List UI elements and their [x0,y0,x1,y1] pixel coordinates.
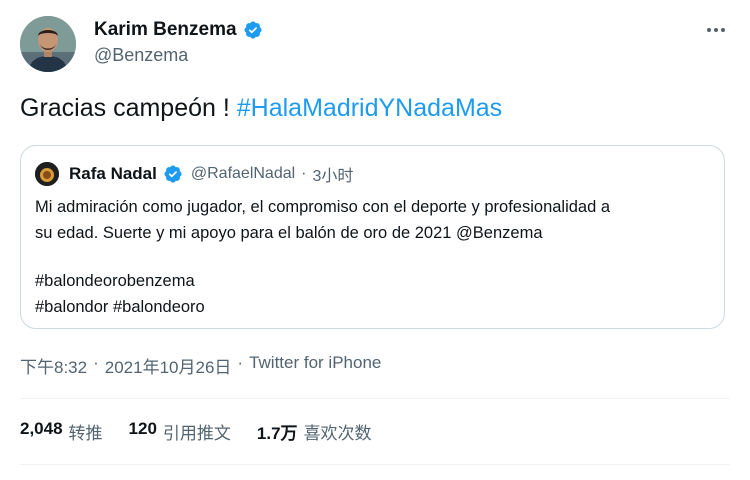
quoted-tweet-header: Rafa Nadal @RafaelNadal · 3小时 [35,162,353,186]
meta-separator: · [237,353,244,372]
quoted-hashtag-line: #balondor #balondeoro [35,298,205,316]
quoted-author-avatar[interactable] [35,162,59,186]
quoted-tweet-text: Mi admiración como jugador, el compromis… [35,194,715,320]
divider [20,398,730,399]
quotes-label: 引用推文 [162,424,231,443]
verified-badge-icon [243,20,263,40]
divider [20,464,730,465]
retweets-label: 转推 [68,424,103,443]
author-avatar[interactable] [20,16,76,72]
author-name-row: Karim Benzema [94,19,263,41]
quoted-verified-badge-icon [163,164,183,184]
tweet-hashtag-link[interactable]: #HalaMadridYNadaMas [237,94,502,122]
tweet-time[interactable]: 下午8:32 [20,353,87,378]
author-handle[interactable]: @Benzema [94,45,188,66]
tweet-text-body: Gracias campeón ! [20,94,237,122]
quoted-text-line: Mi admiración como jugador, el compromis… [35,198,611,216]
tweet-text: Gracias campeón ! #HalaMadridYNadaMas [20,94,502,123]
avatar-image [20,16,76,72]
quotes-stat[interactable]: 120 引用推文 [129,419,231,444]
tweet-stats: 2,048 转推 120 引用推文 1.7万 喜欢次数 [20,419,372,444]
quoted-tweet-card[interactable]: Rafa Nadal @RafaelNadal · 3小时 Mi admirac… [20,145,725,329]
likes-count: 1.7万 [256,424,298,443]
retweets-count: 2,048 [20,419,63,438]
quoted-separator: · [301,165,307,182]
quoted-hashtag-line: #balondeorobenzema [35,272,195,290]
quoted-author-handle[interactable]: @RafaelNadal [191,165,295,183]
tweet-source[interactable]: Twitter for iPhone [249,353,381,378]
tweet-container: Karim Benzema @Benzema Gracias campeón !… [0,0,750,480]
quoted-text-line: su edad. Suerte y mi apoyo para el balón… [35,224,543,242]
tweet-date[interactable]: 2021年10月26日 [105,353,232,378]
quoted-avatar-image [35,162,59,186]
retweets-stat[interactable]: 2,048 转推 [20,419,103,444]
tweet-meta: 下午8:32 · 2021年10月26日 · Twitter for iPhon… [20,353,381,378]
author-name[interactable]: Karim Benzema [94,19,237,41]
quoted-timestamp[interactable]: 3小时 [313,162,354,186]
meta-separator: · [93,353,99,372]
quotes-count: 120 [128,419,157,438]
more-options-icon[interactable] [704,18,728,42]
likes-label: 喜欢次数 [303,424,372,443]
quoted-author-name[interactable]: Rafa Nadal [69,164,157,184]
likes-stat[interactable]: 1.7万 喜欢次数 [257,419,372,444]
